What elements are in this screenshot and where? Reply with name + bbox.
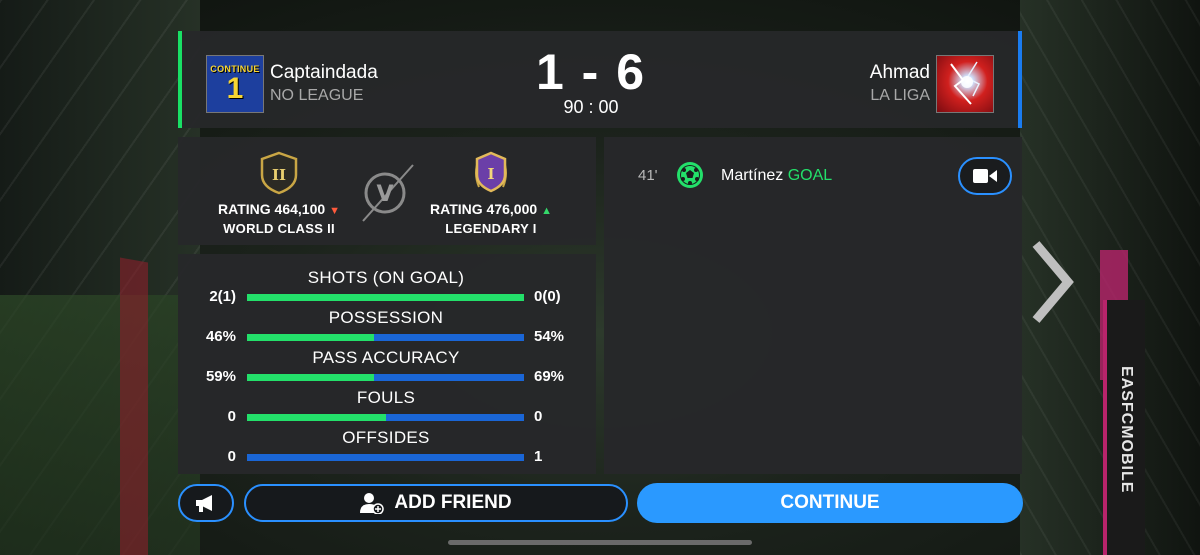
next-chevron-icon[interactable] bbox=[1030, 240, 1074, 324]
away-team-badge bbox=[936, 55, 994, 113]
ad-board-vertical: EASFCMOBILE bbox=[1103, 300, 1145, 555]
stat-home-value: 0 bbox=[227, 448, 236, 465]
home-rating-value: RATING 464,100 bbox=[218, 201, 326, 217]
stat-home-value: 59% bbox=[205, 368, 236, 385]
continue-label: CONTINUE bbox=[780, 492, 880, 513]
stat-bar-home-fill bbox=[247, 374, 375, 381]
svg-text:V: V bbox=[376, 182, 393, 207]
event-description: Martínez GOAL bbox=[721, 167, 832, 185]
ad-text: EASFCMOBILE bbox=[1118, 366, 1135, 494]
match-events-panel: 41' Martínez GOAL bbox=[604, 137, 1022, 474]
stat-bar bbox=[247, 414, 524, 421]
stat-label: SHOTS (ON GOAL) bbox=[307, 268, 465, 287]
video-camera-icon bbox=[973, 169, 997, 183]
stat-away-value: 0(0) bbox=[534, 288, 561, 305]
rating-panel: II RATING 464,100 ▼ WORLD CLASS II V I R… bbox=[178, 137, 596, 245]
ad-board bbox=[120, 257, 148, 555]
rating-up-icon: ▲ bbox=[541, 205, 552, 217]
stadium-background-left bbox=[0, 0, 200, 555]
home-rank: II RATING 464,100 ▼ WORLD CLASS II bbox=[204, 151, 354, 236]
event-player-name: Martínez bbox=[721, 167, 784, 184]
stat-bar-home-fill bbox=[247, 414, 386, 421]
football-goal-icon bbox=[677, 162, 703, 188]
stat-home-value: 46% bbox=[205, 328, 236, 345]
stat-away-value: 1 bbox=[534, 448, 543, 465]
home-rating: RATING 464,100 ▼ bbox=[204, 201, 354, 217]
stat-bar bbox=[247, 334, 524, 341]
event-minute: 41' bbox=[638, 167, 658, 184]
away-rating-value: RATING 476,000 bbox=[430, 201, 538, 217]
add-friend-label: ADD FRIEND bbox=[394, 492, 512, 513]
away-rank: I RATING 476,000 ▲ LEGENDARY I bbox=[416, 151, 566, 236]
world-class-shield-icon: II bbox=[260, 151, 298, 195]
event-type: GOAL bbox=[787, 167, 833, 184]
stat-bar-home-fill bbox=[247, 334, 375, 341]
stat-home-value: 0 bbox=[227, 408, 236, 425]
stat-bar bbox=[247, 294, 524, 301]
stat-away-value: 69% bbox=[534, 368, 565, 385]
pitch-strip bbox=[0, 295, 200, 555]
stat-bar-home-fill bbox=[247, 294, 524, 301]
stat-label: POSSESSION bbox=[328, 308, 444, 327]
stat-label: OFFSIDES bbox=[342, 428, 430, 447]
away-tier: LEGENDARY I bbox=[445, 221, 537, 236]
stat-bar bbox=[247, 374, 524, 381]
home-tier: WORLD CLASS II bbox=[223, 221, 335, 236]
match-stats-panel: SHOTS (ON GOAL) 2(1) 0(0) POSSESSION 46% 54% P… bbox=[178, 254, 596, 474]
away-rating: RATING 476,000 ▲ bbox=[416, 201, 566, 217]
stat-away-value: 0 bbox=[534, 408, 543, 425]
home-indicator bbox=[448, 540, 752, 545]
add-friend-button[interactable]: ADD FRIEND bbox=[244, 484, 628, 522]
stat-label: FOULS bbox=[356, 388, 416, 407]
versus-icon: V bbox=[362, 164, 414, 222]
stat-home-value: 2(1) bbox=[209, 288, 236, 305]
rating-down-icon: ▼ bbox=[329, 205, 340, 217]
add-user-icon bbox=[360, 493, 385, 514]
stat-bar bbox=[247, 454, 524, 461]
report-button[interactable] bbox=[178, 484, 234, 522]
legendary-shield-icon: I bbox=[475, 151, 507, 193]
svg-text:I: I bbox=[487, 165, 494, 183]
continue-button[interactable]: CONTINUE bbox=[637, 483, 1023, 523]
score-header: CONTINUE 1 Captaindada NO LEAGUE 1 - 6 9… bbox=[178, 31, 1022, 128]
away-team-name: Ahmad bbox=[869, 62, 930, 83]
away-team-league: LA LIGA bbox=[870, 87, 930, 104]
svg-text:II: II bbox=[272, 166, 286, 184]
replay-video-button[interactable] bbox=[958, 157, 1012, 195]
megaphone-icon bbox=[196, 495, 212, 512]
stat-away-value: 54% bbox=[534, 328, 565, 345]
stat-label: PASS ACCURACY bbox=[312, 348, 460, 367]
